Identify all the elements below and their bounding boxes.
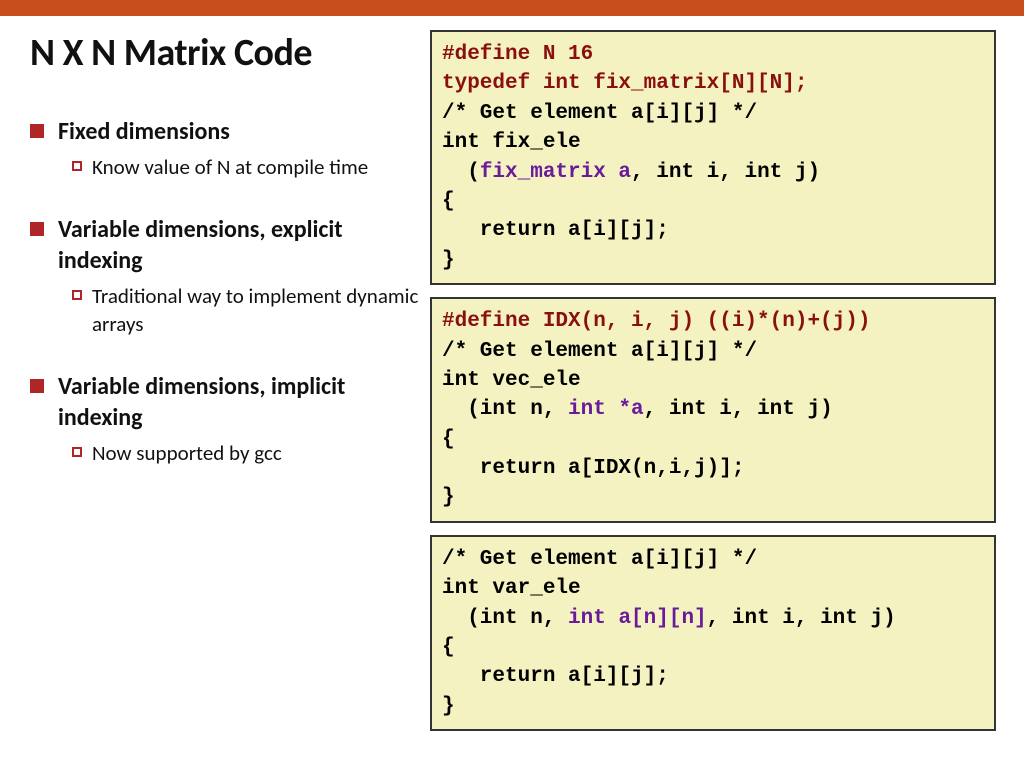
- code-line: return a[i][j];: [442, 219, 669, 242]
- code-span: int a[n][n]: [568, 607, 707, 630]
- list-item: Variable dimensions, implicit indexing N…: [30, 371, 420, 468]
- code-line: {: [442, 428, 455, 451]
- square-bullet-icon: [30, 124, 44, 138]
- code-line: #define N 16: [442, 43, 593, 66]
- hollow-square-icon: [72, 447, 82, 457]
- code-line: return a[i][j];: [442, 665, 669, 688]
- hollow-square-icon: [72, 290, 82, 300]
- code-line: int fix_ele: [442, 131, 581, 154]
- code-line: }: [442, 249, 455, 272]
- bullet-heading: Variable dimensions, explicit indexing: [58, 214, 420, 276]
- code-line: int var_ele: [442, 577, 581, 600]
- list-item: Variable dimensions, explicit indexing T…: [30, 214, 420, 339]
- list-item: Now supported by gcc: [72, 439, 420, 467]
- bullet-list: Fixed dimensions Know value of N at comp…: [30, 116, 420, 467]
- code-span: (int n,: [442, 607, 568, 630]
- square-bullet-icon: [30, 222, 44, 236]
- code-line: }: [442, 695, 455, 718]
- code-block-explicit: #define IDX(n, i, j) ((i)*(n)+(j)) /* Ge…: [430, 297, 996, 523]
- code-line: /* Get element a[i][j] */: [442, 548, 757, 571]
- code-span: int *a: [568, 398, 644, 421]
- list-item: Know value of N at compile time: [72, 153, 420, 181]
- code-span: , int i, int j): [644, 398, 833, 421]
- bullet-sub: Now supported by gcc: [92, 439, 282, 467]
- code-span: , int i, int j): [707, 607, 896, 630]
- bullet-sub: Know value of N at compile time: [92, 153, 368, 181]
- hollow-square-icon: [72, 161, 82, 171]
- code-line: {: [442, 190, 455, 213]
- code-line: typedef int fix_matrix[N][N];: [442, 72, 807, 95]
- bullet-sub: Traditional way to implement dynamic arr…: [92, 282, 420, 339]
- code-block-implicit: /* Get element a[i][j] */ int var_ele (i…: [430, 535, 996, 731]
- code-block-fixed: #define N 16 typedef int fix_matrix[N][N…: [430, 30, 996, 285]
- code-span: , int i, int j): [631, 161, 820, 184]
- code-line: }: [442, 486, 455, 509]
- code-line: return a[IDX(n,i,j)];: [442, 457, 744, 480]
- code-line: #define IDX(n, i, j) ((i)*(n)+(j)): [442, 310, 870, 333]
- list-item: Fixed dimensions Know value of N at comp…: [30, 116, 420, 182]
- code-line: {: [442, 636, 455, 659]
- bullet-heading: Variable dimensions, implicit indexing: [58, 371, 420, 433]
- code-span: (: [442, 161, 480, 184]
- list-item: Traditional way to implement dynamic arr…: [72, 282, 420, 339]
- page-title: N X N Matrix Code: [30, 30, 420, 76]
- code-line: /* Get element a[i][j] */: [442, 102, 757, 125]
- bullet-heading: Fixed dimensions: [58, 116, 230, 147]
- code-line: /* Get element a[i][j] */: [442, 340, 757, 363]
- code-span: fix_matrix a: [480, 161, 631, 184]
- code-span: (int n,: [442, 398, 568, 421]
- square-bullet-icon: [30, 379, 44, 393]
- header-bar: [0, 0, 1024, 16]
- code-line: int vec_ele: [442, 369, 581, 392]
